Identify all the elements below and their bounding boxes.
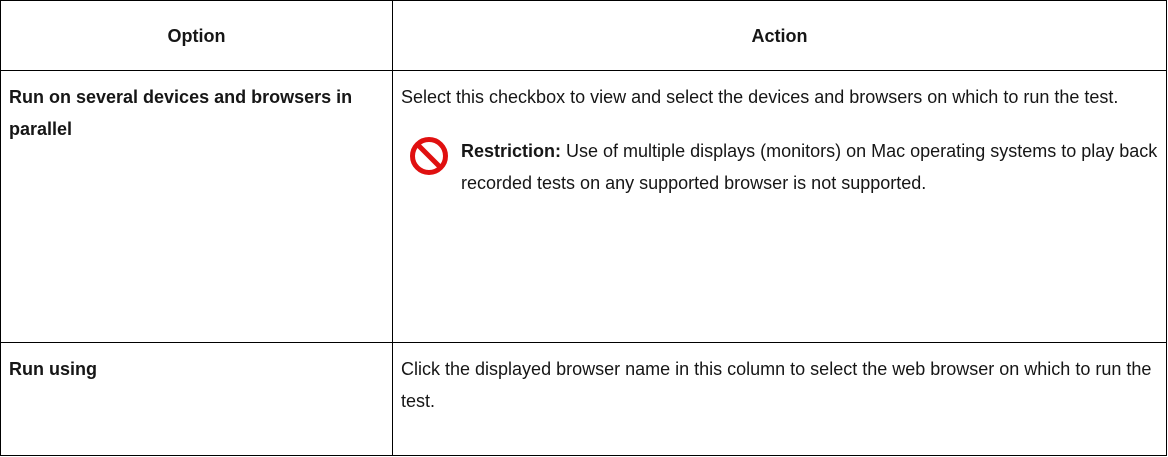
table-row: Run using Click the displayed browser na… bbox=[0, 342, 1167, 456]
restriction-icon bbox=[410, 137, 448, 175]
restriction-text: Use of multiple displays (monitors) on M… bbox=[461, 141, 1158, 193]
restriction-label: Restriction: bbox=[461, 141, 562, 161]
option-text: Run using bbox=[9, 359, 97, 380]
header-action: Action bbox=[392, 0, 1167, 71]
option-cell: Run using bbox=[0, 342, 393, 456]
action-cell: Select this checkbox to view and select … bbox=[392, 69, 1167, 344]
action-cell: Click the displayed browser name in this… bbox=[392, 342, 1167, 456]
restriction-note: Restriction: Use of multiple displays (m… bbox=[401, 132, 1158, 199]
header-option: Option bbox=[0, 0, 393, 71]
option-text: Run on several devices and browsers in p… bbox=[9, 87, 353, 139]
restriction-note-body: Restriction: Use of multiple displays (m… bbox=[461, 132, 1158, 199]
action-text: Click the displayed browser name in this… bbox=[401, 359, 1152, 412]
table-header-row: Option Action bbox=[0, 0, 1167, 71]
table-row: Run on several devices and browsers in p… bbox=[0, 69, 1167, 344]
option-cell: Run on several devices and browsers in p… bbox=[0, 69, 393, 344]
options-table: Option Action Run on several devices and… bbox=[0, 0, 1167, 456]
action-text: Select this checkbox to view and select … bbox=[401, 87, 1119, 107]
